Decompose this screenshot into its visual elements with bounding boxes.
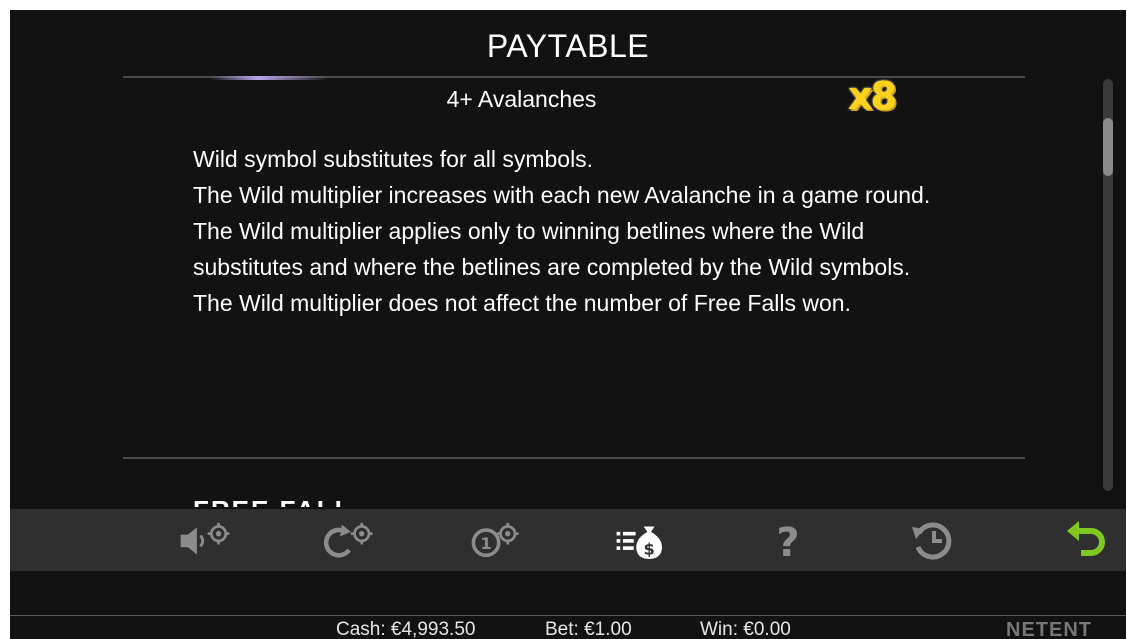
scrollbar-thumb[interactable]	[1103, 118, 1113, 176]
coin-gear-icon: 1	[471, 522, 519, 558]
paragraph: The Wild multiplier does not affect the …	[193, 290, 851, 316]
paragraph: Wild symbol substitutes for all symbols.	[193, 146, 594, 172]
list-money-bag-icon: $	[616, 526, 662, 559]
cash-label: Cash:	[336, 619, 386, 639]
sound-settings-button[interactable]	[177, 517, 233, 563]
win-display: Win: €0.00	[700, 619, 791, 639]
decorative-glint	[210, 76, 330, 80]
speaker-gear-icon	[180, 522, 230, 555]
win-value: €0.00	[743, 619, 791, 639]
scrollbar[interactable]	[1103, 79, 1113, 491]
help-button[interactable]: ?	[760, 517, 816, 563]
next-section-heading: FREE FALL	[193, 495, 353, 507]
paytable-screen: PAYTABLE 4+ Avalanches x8 Wild symbol su…	[10, 10, 1126, 639]
page-title: PAYTABLE	[486, 28, 650, 64]
svg-text:?: ?	[776, 520, 799, 563]
cash-display: Cash: €4,993.50	[336, 619, 475, 639]
bottom-toolbar: 1 $ ?	[10, 509, 1126, 571]
refresh-gear-icon	[323, 522, 373, 558]
divider-section	[123, 457, 1025, 459]
paragraph: The Wild multiplier applies only to winn…	[193, 218, 911, 280]
bet-display: Bet: €1.00	[545, 619, 632, 639]
status-footer: Cash: €4,993.50 Bet: €1.00 Win: €0.00 NE…	[10, 619, 1126, 639]
svg-text:1: 1	[480, 534, 491, 553]
bet-label: Bet:	[545, 619, 579, 639]
svg-text:$: $	[643, 539, 654, 558]
history-button[interactable]	[905, 517, 961, 563]
paytable-button[interactable]: $	[613, 517, 669, 563]
question-mark-icon: ?	[776, 520, 799, 563]
cash-value: €4,993.50	[390, 619, 476, 639]
brand-logo: NETENT	[1006, 619, 1092, 639]
paragraph: The Wild multiplier increases with each …	[193, 182, 931, 208]
return-arrow-icon	[1067, 521, 1105, 556]
paytable-text: Wild symbol substitutes for all symbols.…	[193, 141, 933, 321]
footer-divider	[10, 615, 1126, 616]
bet-settings-button[interactable]: 1	[468, 517, 524, 563]
history-clock-icon	[912, 522, 952, 560]
win-label: Win:	[700, 619, 738, 639]
multiplier-badge: x8	[848, 74, 897, 118]
game-settings-button[interactable]	[322, 517, 378, 563]
bet-value: €1.00	[584, 619, 632, 639]
back-button[interactable]	[1060, 517, 1116, 563]
